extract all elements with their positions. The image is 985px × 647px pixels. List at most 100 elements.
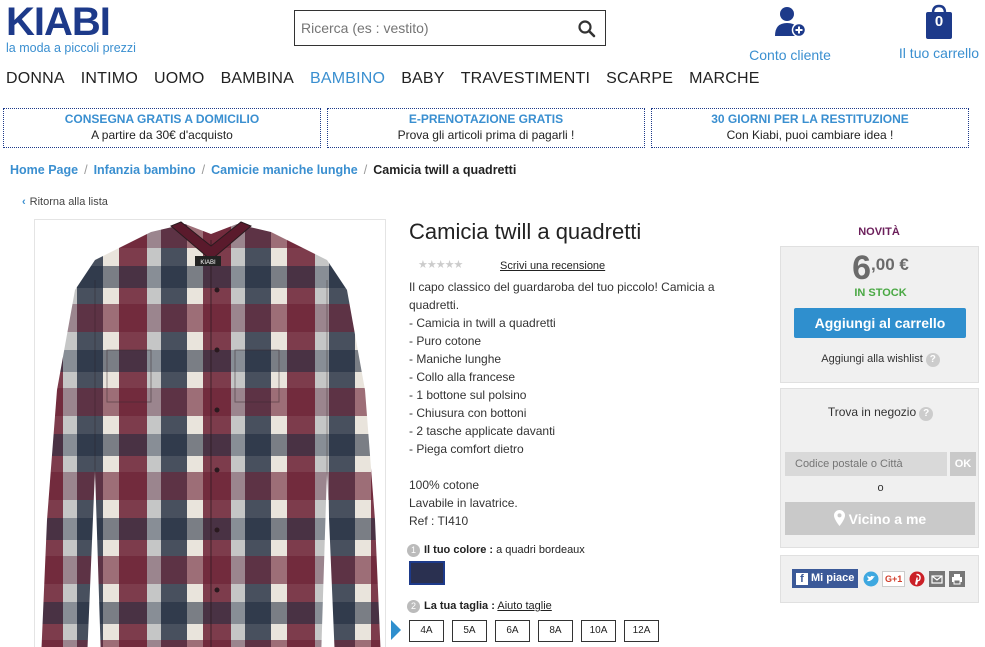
description-line: - Camicia in twill a quadretti: [409, 316, 556, 330]
facebook-like-label: Mi piace: [811, 572, 855, 584]
kiabi-logo[interactable]: KIABI la moda a piccoli prezzi: [6, 0, 166, 55]
nav-item-intimo[interactable]: INTIMO: [81, 70, 138, 88]
color-label: Il tuo colore :: [424, 544, 494, 556]
description-line: - Chiusura con bottoni: [409, 406, 527, 420]
search-input[interactable]: [295, 11, 565, 45]
color-value: a quadri bordeaux: [496, 544, 585, 556]
shopping-bag-icon: 0: [922, 4, 956, 45]
description-line: - 2 tasche applicate davanti: [409, 424, 556, 438]
description-line: [409, 458, 749, 476]
near-me-button[interactable]: Vicino a me: [785, 502, 975, 535]
add-to-cart-button[interactable]: Aggiungi al carrello: [794, 308, 966, 338]
help-icon[interactable]: ?: [925, 353, 940, 367]
product-photo[interactable]: KIABI: [34, 219, 386, 647]
print-icon[interactable]: [949, 571, 965, 587]
color-swatch-plaid-bordeaux[interactable]: [409, 561, 445, 585]
breadcrumb-current: Camicia twill a quadretti: [373, 163, 517, 177]
breadcrumb: Home Page / Infanzia bambino / Camicie manic…: [10, 163, 517, 177]
price: 6,00 €: [781, 249, 980, 288]
help-icon[interactable]: ?: [919, 407, 934, 421]
stock-status: IN STOCK: [854, 287, 907, 299]
description-line: - 1 bottone sul polsino: [409, 388, 527, 402]
price-integer: 6: [852, 249, 872, 287]
nav-item-scarpe[interactable]: SCARPE: [606, 70, 673, 88]
description-line: Il capo classico del guardaroba del tuo …: [409, 280, 715, 294]
pinterest-icon[interactable]: [909, 571, 925, 587]
nav-item-baby[interactable]: BABY: [401, 70, 445, 88]
zip-ok-button[interactable]: OK: [950, 452, 976, 476]
store-finder: Trova in negozio? OK o Vicino a me: [780, 388, 979, 548]
price-decimals: ,00 €: [871, 255, 909, 274]
nav-item-marche[interactable]: MARCHE: [689, 70, 760, 88]
chevron-left-icon: ‹: [22, 196, 26, 208]
color-selector: 1 Il tuo colore : a quadri bordeaux: [407, 544, 585, 557]
back-to-list-label: Ritorna alla lista: [29, 196, 108, 208]
buy-box: 6,00 € IN STOCK Aggiungi al carrello Agg…: [780, 246, 979, 383]
logo-wordmark: KIABI: [6, 0, 111, 44]
size-option-4a[interactable]: 4A: [409, 620, 444, 642]
nav-item-bambino[interactable]: BAMBINO: [310, 70, 385, 88]
description-line: - Piega comfort dietro: [409, 442, 524, 456]
wishlist-link[interactable]: Aggiungi alla wishlist?: [781, 353, 980, 367]
cart-link[interactable]: 0 Il tuo carrello: [893, 4, 985, 61]
write-review-link[interactable]: Scrivi una recensione: [500, 260, 605, 272]
step-number: 1: [407, 544, 420, 557]
promo-subtitle: Con Kiabi, puoi cambiare idea !: [726, 128, 894, 142]
nav-item-donna[interactable]: DONNA: [6, 70, 65, 88]
breadcrumb-category[interactable]: Infanzia bambino: [94, 163, 196, 177]
back-to-list-link[interactable]: ‹ Ritorna alla lista: [22, 196, 108, 208]
user-add-icon: [772, 7, 808, 42]
promo-subtitle: A partire da 30€ d'acquisto: [91, 128, 233, 142]
search-box: [294, 10, 606, 46]
or-separator: o: [877, 482, 884, 494]
account-link[interactable]: Conto cliente: [740, 4, 840, 63]
promo-banner-returns[interactable]: 30 GIORNI PER LA RESTITUZIONE Con Kiabi,…: [651, 108, 969, 148]
facebook-icon: f: [796, 573, 808, 585]
near-me-label: Vicino a me: [848, 511, 927, 527]
new-badge: NOVITÀ: [858, 226, 900, 238]
account-label: Conto cliente: [749, 47, 831, 63]
promo-banner-reservation[interactable]: E-PRENOTAZIONE GRATIS Prova gli articoli…: [327, 108, 645, 148]
size-guide-link[interactable]: Aiuto taglie: [497, 600, 551, 612]
promo-title: CONSEGNA GRATIS A DOMICILIO: [64, 112, 260, 126]
product-description: Il capo classico del guardaroba del tuo …: [409, 278, 749, 530]
promo-title: 30 GIORNI PER LA RESTITUZIONE: [711, 112, 909, 126]
description-line: Ref : TI410: [409, 514, 469, 528]
breadcrumb-home[interactable]: Home Page: [10, 163, 78, 177]
search-icon[interactable]: [577, 19, 597, 39]
facebook-like-button[interactable]: f Mi piace: [792, 569, 859, 588]
map-pin-icon: [833, 510, 845, 527]
zip-city-input[interactable]: [785, 452, 947, 476]
description-line: - Collo alla francese: [409, 370, 516, 384]
size-options: 4A 5A 6A 8A 10A 12A: [409, 620, 659, 642]
size-option-12a[interactable]: 12A: [624, 620, 659, 642]
email-icon[interactable]: [929, 571, 945, 587]
breadcrumb-subcategory[interactable]: Camicie maniche lunghe: [211, 163, 358, 177]
logo-tagline: la moda a piccoli prezzi: [6, 41, 136, 55]
shirt-brand-label-text: KIABI: [200, 260, 216, 266]
promo-banner-delivery[interactable]: CONSEGNA GRATIS A DOMICILIO A partire da…: [3, 108, 321, 148]
store-finder-label: Trova in negozio: [827, 405, 917, 419]
store-finder-title: Trova in negozio?: [781, 405, 980, 421]
google-plus-icon[interactable]: G+1: [882, 571, 906, 587]
description-line: Lavabile in lavatrice.: [409, 496, 518, 510]
cart-label: Il tuo carrello: [898, 45, 980, 61]
twitter-icon[interactable]: [863, 571, 879, 587]
promo-title: E-PRENOTAZIONE GRATIS: [408, 112, 564, 126]
description-line: quadretti.: [409, 298, 460, 312]
size-option-6a[interactable]: 6A: [495, 620, 530, 642]
nav-item-travestimenti[interactable]: TRAVESTIMENTI: [461, 70, 590, 88]
nav-item-bambina[interactable]: BAMBINA: [221, 70, 294, 88]
promo-banners: CONSEGNA GRATIS A DOMICILIO A partire da…: [3, 108, 969, 148]
step-number: 2: [407, 600, 420, 613]
size-option-8a[interactable]: 8A: [538, 620, 573, 642]
wishlist-label: Aggiungi alla wishlist: [821, 353, 923, 365]
main-nav: DONNA INTIMO UOMO BAMBINA BAMBINO BABY T…: [6, 70, 760, 88]
nav-item-uomo[interactable]: UOMO: [154, 70, 205, 88]
size-label: La tua taglia :: [424, 600, 495, 612]
cart-count-badge: 0: [934, 13, 944, 30]
promo-subtitle: Prova gli articoli prima di pagarli !: [397, 128, 575, 142]
size-option-10a[interactable]: 10A: [581, 620, 616, 642]
size-option-5a[interactable]: 5A: [452, 620, 487, 642]
description-line: - Puro cotone: [409, 334, 482, 348]
